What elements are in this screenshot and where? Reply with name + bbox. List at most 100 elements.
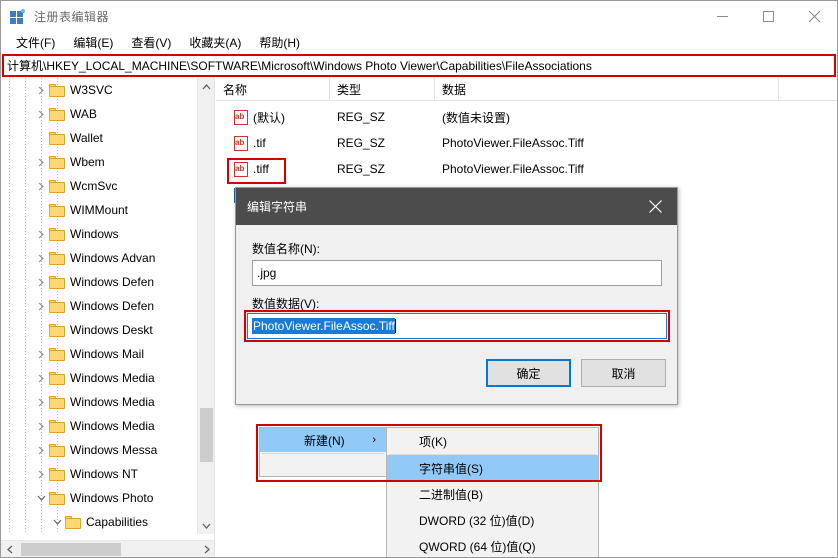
value-type-cell: REG_SZ (337, 110, 386, 124)
value-row[interactable]: ab .tif REG_SZ PhotoViewer.FileAssoc.Tiff (216, 132, 837, 154)
tree-node[interactable]: Windows Mail (1, 342, 197, 366)
tree-node[interactable]: Capabilities (1, 510, 197, 534)
tree-node[interactable]: Wbem (1, 150, 197, 174)
address-bar[interactable]: 计算机\HKEY_LOCAL_MACHINE\SOFTWARE\Microsof… (2, 54, 836, 77)
submenu-item[interactable]: DWORD (32 位)值(D) (387, 507, 598, 533)
registry-tree[interactable]: W3SVC WAB Wallet Wbem WcmSvc WIMMount Windows W… (1, 78, 197, 534)
chevron-right-icon[interactable] (33, 390, 49, 414)
context-menu-item-new-label: 新建(N) (304, 433, 345, 448)
tree-node[interactable]: W3SVC (1, 78, 197, 102)
ok-button[interactable]: 确定 (486, 359, 571, 387)
tree-node-label: Windows NT (70, 467, 139, 481)
tree-node[interactable]: Windows NT (1, 462, 197, 486)
value-list-header: 名称 类型 数据 (216, 78, 837, 101)
chevron-right-icon[interactable] (33, 102, 49, 126)
tree-node-label: Capabilities (86, 515, 149, 529)
address-path: 计算机\HKEY_LOCAL_MACHINE\SOFTWARE\Microsof… (7, 59, 592, 73)
submenu-item[interactable]: 项(K) (387, 428, 598, 454)
chevron-right-icon[interactable] (33, 366, 49, 390)
tree-hscroll-thumb[interactable] (21, 543, 121, 556)
menu-favorites[interactable]: 收藏夹(A) (180, 32, 250, 53)
tree-node-label: Windows Photo (70, 491, 154, 505)
chevron-right-icon[interactable] (33, 150, 49, 174)
minimize-button[interactable] (699, 1, 745, 32)
tree-node-label: Windows Mail (70, 347, 145, 361)
value-type-cell: REG_SZ (337, 162, 386, 176)
tree-node[interactable]: Windows Deskt (1, 318, 197, 342)
chevron-right-icon: › (372, 434, 376, 446)
tree-node[interactable]: Windows Media (1, 366, 197, 390)
chevron-right-icon[interactable] (33, 414, 49, 438)
window-title: 注册表编辑器 (34, 10, 110, 24)
tree-node[interactable]: WIMMount (1, 198, 197, 222)
string-value-icon: ab (234, 135, 249, 151)
tree-node[interactable]: Windows Media (1, 414, 197, 438)
chevron-right-icon[interactable] (33, 246, 49, 270)
tree-node[interactable]: Windows Defen (1, 270, 197, 294)
chevron-right-icon[interactable] (33, 342, 49, 366)
chevron-down-icon[interactable] (33, 486, 49, 510)
cancel-button[interactable]: 取消 (581, 359, 666, 387)
value-name-label: 数值名称(N): (252, 242, 320, 256)
value-data-label: 数值数据(V): (252, 297, 320, 311)
value-data-cell: PhotoViewer.FileAssoc.Tiff (442, 136, 584, 150)
value-type-cell: REG_SZ (337, 136, 386, 150)
folder-icon (49, 251, 65, 265)
tree-node[interactable]: Windows (1, 222, 197, 246)
tree-vertical-scrollbar[interactable] (197, 78, 214, 534)
column-header-type[interactable]: 类型 (330, 78, 435, 101)
chevron-down-icon[interactable] (49, 510, 65, 534)
folder-icon (49, 371, 65, 385)
chevron-right-icon[interactable] (33, 78, 49, 102)
tree-node[interactable]: Windows Photo (1, 486, 197, 510)
title-bar: 注册表编辑器 (1, 1, 837, 32)
chevron-right-icon[interactable] (198, 541, 214, 557)
tree-node-label: Windows Defen (70, 299, 155, 313)
dialog-close-button[interactable] (633, 188, 677, 225)
context-menu-item-new[interactable]: 新建(N) › (260, 428, 386, 452)
maximize-button[interactable] (745, 1, 791, 32)
context-menu-separator (262, 453, 384, 454)
value-name-text: .jpg (257, 266, 277, 280)
value-name-cell: ab .tif (234, 135, 266, 151)
folder-icon (49, 107, 65, 121)
chevron-down-icon[interactable] (198, 517, 214, 534)
submenu-item[interactable]: 二进制值(B) (387, 481, 598, 507)
menu-bar: 文件(F) 编辑(E) 查看(V) 收藏夹(A) 帮助(H) (1, 32, 837, 53)
folder-icon (49, 155, 65, 169)
column-header-data[interactable]: 数据 (435, 78, 779, 101)
chevron-right-icon[interactable] (33, 462, 49, 486)
chevron-right-icon[interactable] (33, 174, 49, 198)
tree-node[interactable]: WAB (1, 102, 197, 126)
value-row[interactable]: ab (默认) REG_SZ (数值未设置) (216, 106, 837, 128)
folder-icon (49, 467, 65, 481)
tree-node[interactable]: Windows Defen (1, 294, 197, 318)
tree-node[interactable]: Windows Media (1, 390, 197, 414)
tree-node[interactable]: WcmSvc (1, 174, 197, 198)
tree-node[interactable]: Windows Messa (1, 438, 197, 462)
value-row[interactable]: ab .tiff REG_SZ PhotoViewer.FileAssoc.Tiff (216, 158, 837, 180)
tree-node-label: Windows Messa (70, 443, 158, 457)
chevron-up-icon[interactable] (198, 78, 214, 95)
chevron-right-icon[interactable] (33, 438, 49, 462)
chevron-right-icon[interactable] (33, 222, 49, 246)
tree-node-label: Windows Deskt (70, 323, 153, 337)
tree-horizontal-scrollbar[interactable] (1, 540, 214, 557)
menu-edit[interactable]: 编辑(E) (64, 32, 122, 53)
menu-view[interactable]: 查看(V) (122, 32, 180, 53)
submenu-item[interactable]: QWORD (64 位)值(Q) (387, 533, 598, 557)
tree-node[interactable]: Windows Advan (1, 246, 197, 270)
column-header-name[interactable]: 名称 (216, 78, 330, 101)
menu-file[interactable]: 文件(F) (7, 32, 64, 53)
menu-help[interactable]: 帮助(H) (250, 32, 309, 53)
tree-node[interactable]: Wallet (1, 126, 197, 150)
value-data-input[interactable]: PhotoViewer.FileAssoc.Tiff (247, 313, 667, 339)
submenu-item[interactable]: 字符串值(S) (387, 455, 598, 481)
registry-editor-window: 注册表编辑器 文件(F) 编辑(E) 查看(V) 收藏夹(A) 帮助(H) 计算… (0, 0, 838, 558)
chevron-right-icon[interactable] (33, 294, 49, 318)
chevron-right-icon[interactable] (33, 270, 49, 294)
tree-vscroll-thumb[interactable] (200, 408, 213, 462)
close-button[interactable] (791, 1, 837, 32)
chevron-left-icon[interactable] (1, 541, 18, 557)
value-name-input[interactable]: .jpg (252, 260, 662, 286)
